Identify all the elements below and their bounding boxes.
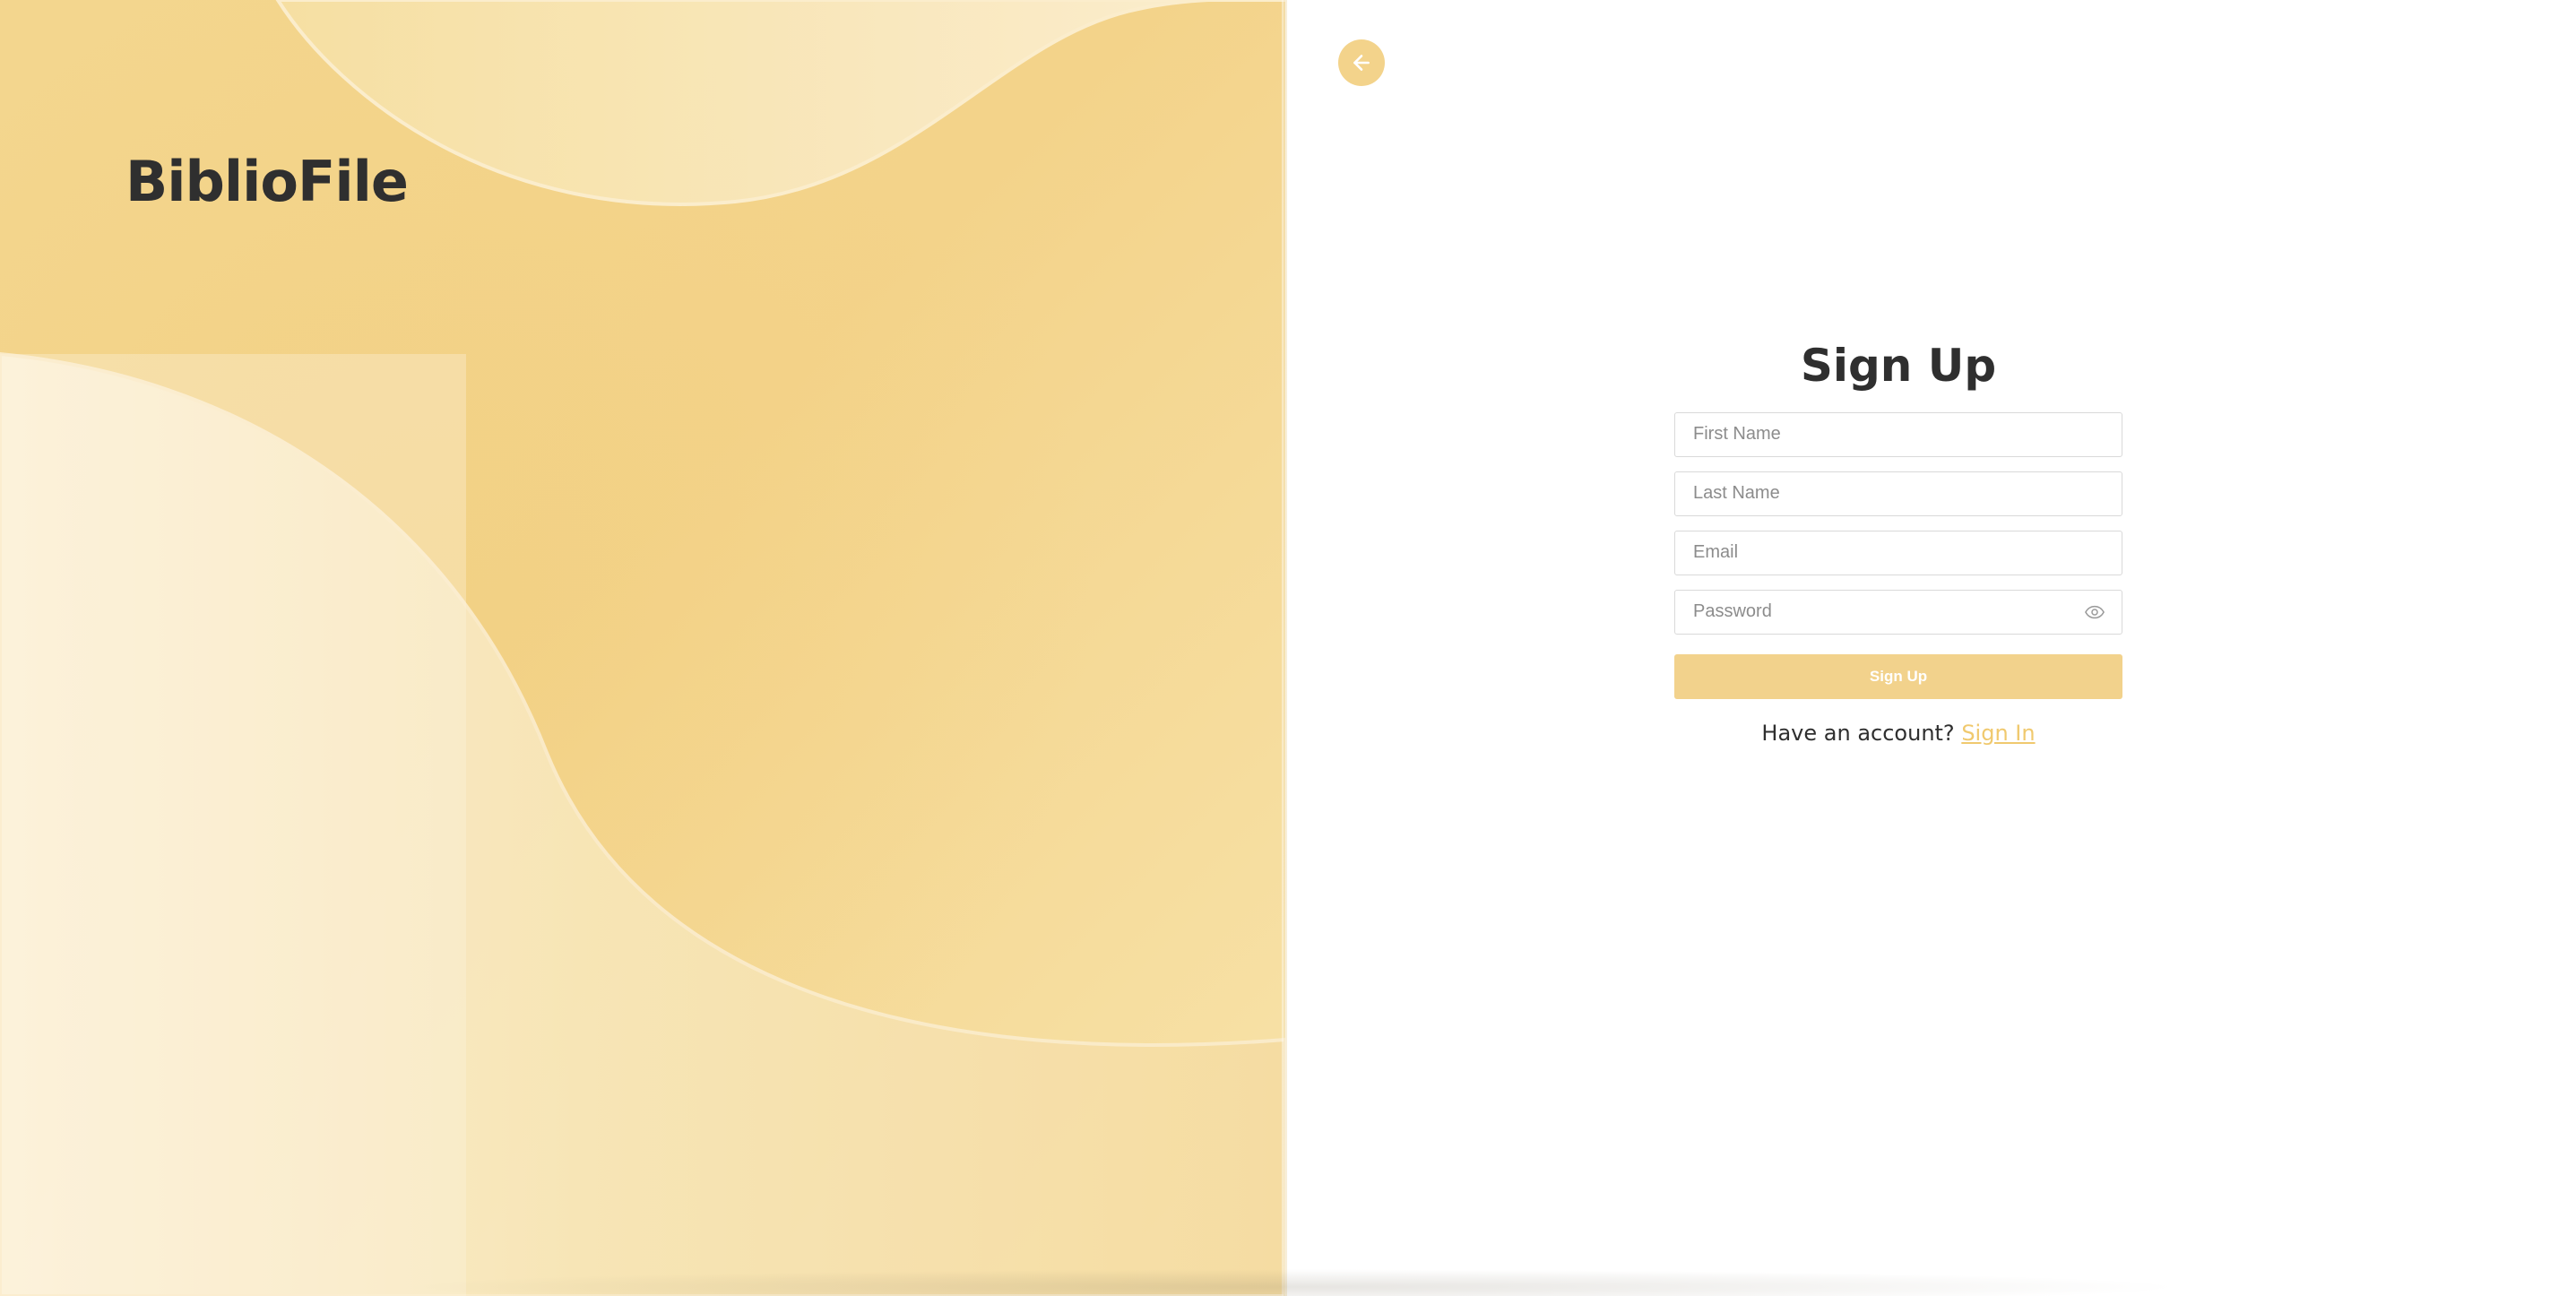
sign-up-page: BiblioFile Sign Up Sign Up [0,0,2576,1296]
eye-icon[interactable] [2085,605,2105,619]
sign-in-link[interactable]: Sign In [1961,721,2035,746]
form-title: Sign Up [1800,340,1997,392]
sign-up-form: Sign Up Sign Up Have an account? Sign In [1674,340,2122,746]
brand-logo-text: BiblioFile [125,149,409,214]
first-name-field-wrapper [1674,411,2122,457]
email-input[interactable] [1674,530,2122,575]
sign-in-prompt: Have an account? Sign In [1674,721,2122,746]
password-field-wrapper [1674,589,2122,635]
brand-panel: BiblioFile [0,0,1285,1296]
back-button[interactable] [1338,39,1385,86]
email-field-wrapper [1674,530,2122,575]
first-name-input[interactable] [1674,411,2122,457]
sign-up-button[interactable]: Sign Up [1674,653,2122,699]
arrow-left-icon [1353,55,1370,71]
last-name-field-wrapper [1674,471,2122,516]
password-input[interactable] [1674,589,2122,635]
panel-divider [1282,0,1287,1296]
sign-in-prompt-text: Have an account? [1761,720,1955,746]
last-name-input[interactable] [1674,471,2122,516]
